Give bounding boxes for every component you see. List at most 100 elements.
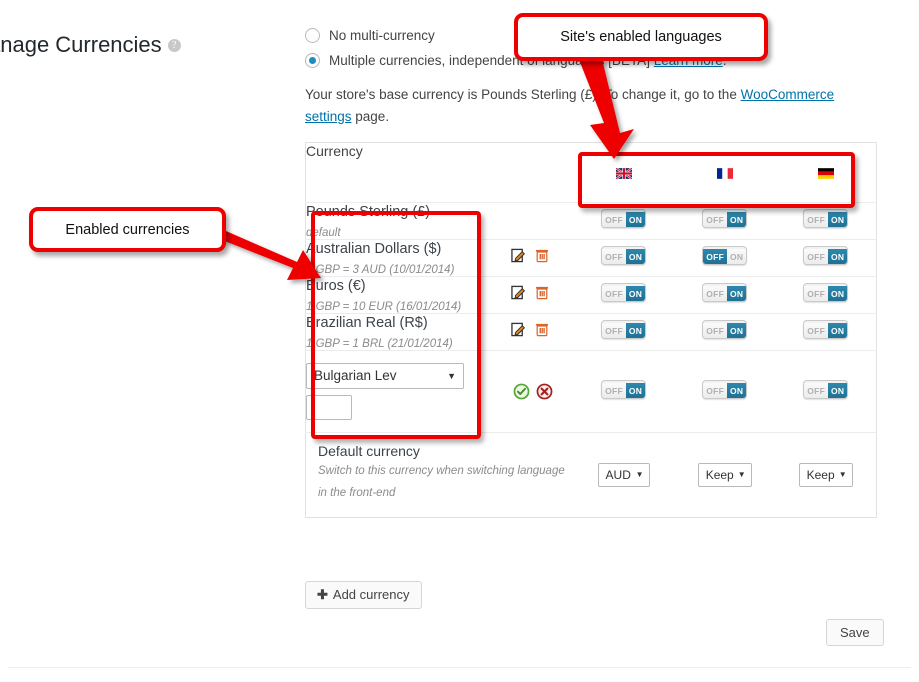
currency-toggle-french[interactable]: OFF ON [702, 320, 748, 340]
save-button[interactable]: Save [826, 619, 884, 646]
default-select-cell-english[interactable]: AUD ▼ [573, 433, 674, 518]
default-select-cell-french[interactable]: Keep ▼ [674, 433, 775, 518]
cancel-circle-icon[interactable] [536, 383, 553, 400]
toggle-off-label: OFF [602, 286, 627, 302]
toggle-cell-french[interactable]: OFF ON [674, 351, 775, 433]
chevron-down-icon: ▼ [447, 371, 456, 382]
default-currency-title: Default currency [318, 443, 420, 460]
currency-toggle-french[interactable]: OFF ON [702, 208, 748, 228]
currency-toggle-english[interactable]: OFF ON [601, 245, 647, 265]
edit-icon[interactable] [511, 322, 526, 342]
currency-toggle-french[interactable]: OFF ON [702, 245, 748, 265]
toggle-off-label: OFF [804, 211, 829, 227]
currency-toggle-german[interactable]: OFF ON [803, 283, 849, 303]
toggle-off-label: OFF [804, 248, 829, 264]
currency-toggle-english[interactable]: OFF ON [601, 208, 647, 228]
toggle-off-label: OFF [703, 248, 728, 264]
currency-rate: 1 GBP = 1 BRL (21/01/2014) [306, 338, 453, 351]
help-icon[interactable]: ? [167, 39, 181, 52]
row-actions-cell [511, 314, 573, 351]
currency-toggle-german[interactable]: OFF ON [803, 208, 849, 228]
row-actions-cell [511, 276, 573, 313]
toggle-off-label: OFF [602, 248, 627, 264]
toggle-on-label: ON [828, 286, 848, 302]
radio-multiple-currencies[interactable] [305, 53, 320, 68]
new-currency-select[interactable]: Bulgarian Lev ▼ [306, 363, 464, 390]
toggle-cell-german[interactable]: OFF ON [775, 276, 876, 313]
toggle-on-label: ON [727, 211, 747, 227]
toggle-on-label: ON [828, 248, 848, 264]
toggle-cell-german[interactable]: OFF ON [775, 202, 876, 239]
toggle-off-label: OFF [703, 286, 728, 302]
add-currency-button[interactable]: ✚ Add currency [305, 581, 422, 609]
default-currency-row: Default currency Switch to this currency… [305, 432, 877, 518]
toggle-cell-german[interactable]: OFF ON [775, 314, 876, 351]
toggle-cell-french[interactable]: OFF ON [674, 239, 775, 276]
header-currency-label: Currency [306, 142, 363, 159]
table-row: Euros (€) 1 GBP = 10 EUR (16/01/2014) OF… [305, 276, 877, 313]
toggle-cell-english[interactable]: OFF ON [573, 351, 674, 433]
new-currency-toggle-french[interactable]: OFF ON [702, 379, 748, 399]
table-row: Australian Dollars ($) 1 GBP = 3 AUD (10… [305, 239, 877, 276]
new-currency-toggle-english[interactable]: OFF ON [601, 379, 647, 399]
default-currency-select-french[interactable]: Keep ▼ [697, 463, 752, 488]
chevron-down-icon: ▼ [635, 470, 644, 480]
currency-name-cell: Australian Dollars ($) 1 GBP = 3 AUD (10… [306, 239, 511, 276]
toggle-on-label: ON [626, 248, 646, 264]
toggle-cell-french[interactable]: OFF ON [674, 276, 775, 313]
currency-name: Australian Dollars ($) [306, 240, 442, 257]
table-row: Pounds Sterling (£) default OFF ON OFF ON [305, 202, 877, 239]
check-circle-icon[interactable] [513, 383, 530, 400]
default-select-cell-german[interactable]: Keep ▼ [775, 433, 876, 518]
bottom-divider [8, 667, 911, 668]
toggle-off-label: OFF [804, 286, 829, 302]
toggle-cell-english[interactable]: OFF ON [573, 314, 674, 351]
toggle-cell-french[interactable]: OFF ON [674, 314, 775, 351]
currency-name-cell: Brazilian Real (R$) 1 GBP = 1 BRL (21/01… [306, 314, 511, 351]
new-currency-row: Bulgarian Lev ▼ OFF ON OFF ON OFF ON [305, 350, 877, 433]
delete-icon[interactable] [535, 322, 549, 342]
toggle-cell-german[interactable]: OFF ON [775, 239, 876, 276]
radio-no-multicurrency[interactable] [305, 28, 320, 43]
currency-name-cell: Euros (€) 1 GBP = 10 EUR (16/01/2014) [306, 276, 511, 313]
toggle-on-label: ON [626, 286, 646, 302]
currency-rate: 1 GBP = 10 EUR (16/01/2014) [306, 301, 462, 314]
new-currency-rate-input[interactable] [306, 395, 352, 421]
currency-toggle-english[interactable]: OFF ON [601, 283, 647, 303]
toggle-cell-german[interactable]: OFF ON [775, 351, 876, 433]
toggle-off-label: OFF [602, 211, 627, 227]
table-header-row: Currency [306, 142, 877, 202]
toggle-on-label: ON [727, 248, 747, 264]
description-part-1: Your store's base currency is Pounds Ste… [305, 87, 741, 102]
new-currency-toggle-german[interactable]: OFF ON [803, 379, 849, 399]
currency-name-cell: Pounds Sterling (£) default [306, 202, 511, 239]
toggle-cell-english[interactable]: OFF ON [573, 239, 674, 276]
page-title-text: anage Currencies [0, 32, 162, 57]
edit-icon[interactable] [511, 248, 526, 268]
toggle-on-label: ON [828, 323, 848, 339]
header-language-german [775, 142, 876, 202]
toggle-off-label: OFF [703, 211, 728, 227]
currency-toggle-german[interactable]: OFF ON [803, 320, 849, 340]
default-currency-select-french-value: Keep [705, 468, 734, 483]
header-actions-cell [511, 142, 573, 202]
germany-flag-icon [817, 166, 834, 180]
annotation-languages: Site's enabled languages [514, 13, 768, 61]
delete-icon[interactable] [535, 285, 549, 305]
annotation-currencies: Enabled currencies [29, 207, 226, 252]
default-currency-select-english[interactable]: AUD ▼ [597, 463, 650, 488]
toggle-cell-english[interactable]: OFF ON [573, 276, 674, 313]
toggle-on-label: ON [727, 382, 747, 398]
default-currency-description-line2: in the front-end [318, 487, 396, 500]
toggle-cell-english[interactable]: OFF ON [573, 202, 674, 239]
toggle-on-label: ON [727, 286, 747, 302]
add-currency-label: Add currency [332, 587, 410, 602]
edit-icon[interactable] [511, 285, 526, 305]
currency-toggle-french[interactable]: OFF ON [702, 283, 748, 303]
currency-toggle-german[interactable]: OFF ON [803, 245, 849, 265]
header-language-english [573, 142, 674, 202]
default-currency-select-german[interactable]: Keep ▼ [798, 463, 853, 488]
currency-toggle-english[interactable]: OFF ON [601, 320, 647, 340]
toggle-cell-french[interactable]: OFF ON [674, 202, 775, 239]
delete-icon[interactable] [535, 248, 549, 268]
